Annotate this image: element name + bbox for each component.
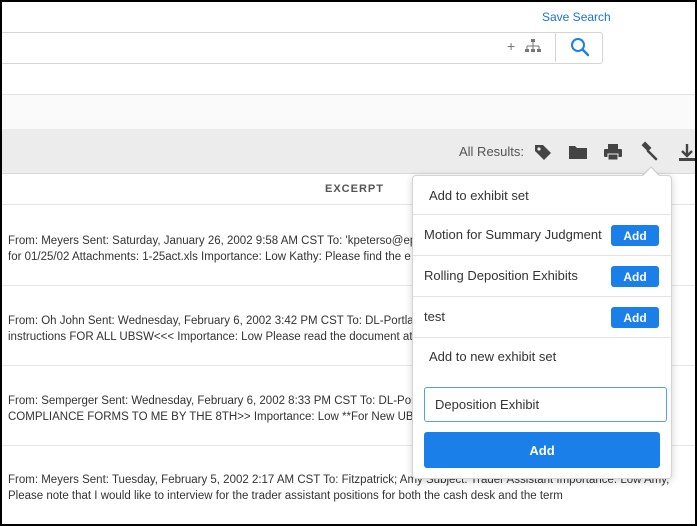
add-to-set-button[interactable]: Add: [611, 266, 659, 287]
exhibit-set-item: Motion for Summary Judgment Add: [413, 215, 671, 256]
exhibit-set-label: test: [424, 309, 445, 324]
excerpt-line: From: Semperger Sent: Wednesday, Februar…: [8, 395, 428, 407]
add-new-set-button[interactable]: Add: [424, 432, 660, 468]
app-frame: Save Search + All Results: EXCERPT From:…: [0, 0, 697, 526]
excerpt-column-header[interactable]: EXCERPT: [325, 183, 384, 195]
exhibit-set-dropdown: Add to exhibit set Motion for Summary Ju…: [412, 175, 672, 479]
excerpt-line: From: Oh John Sent: Wednesday, February …: [8, 315, 427, 327]
exhibit-set-item: test Add: [413, 297, 671, 338]
add-to-exhibit-set-title: Add to exhibit set: [429, 188, 529, 203]
tags-icon[interactable]: [532, 141, 554, 163]
add-to-set-button[interactable]: Add: [611, 225, 659, 246]
all-results-label: All Results:: [459, 144, 525, 159]
excerpt-line: for 01/25/02 Attachments: 1-25act.xls Im…: [8, 251, 411, 263]
exhibit-set-label: Motion for Summary Judgment: [424, 227, 602, 242]
results-toolbar: [2, 129, 695, 174]
hierarchy-icon[interactable]: [525, 39, 542, 53]
new-exhibit-set-label: Add to new exhibit set: [429, 349, 557, 364]
search-button[interactable]: [555, 32, 604, 62]
folder-icon[interactable]: [567, 141, 589, 163]
dropdown-header: Add to exhibit set: [413, 176, 671, 215]
excerpt-line: instructions FOR ALL UBSW<<< Importance:…: [8, 331, 416, 343]
excerpt-line: COMPLIANCE FORMS TO ME BY THE 8TH>> Impo…: [8, 411, 431, 423]
dropdown-caret-fill: [643, 168, 659, 176]
add-term-icon[interactable]: +: [507, 38, 515, 54]
gavel-icon[interactable]: [638, 141, 660, 163]
print-icon[interactable]: [602, 141, 624, 163]
filter-band: [2, 94, 695, 130]
add-to-set-button[interactable]: Add: [611, 307, 659, 328]
exhibit-set-item: Rolling Deposition Exhibits Add: [413, 256, 671, 297]
excerpt-line: Please note that I would like to intervi…: [8, 490, 563, 502]
new-exhibit-set-input[interactable]: [424, 387, 667, 422]
search-icon: [571, 38, 590, 57]
download-icon[interactable]: [676, 141, 697, 163]
search-tools: +: [507, 38, 542, 54]
save-search-link[interactable]: Save Search: [542, 10, 611, 24]
exhibit-set-label: Rolling Deposition Exhibits: [424, 268, 578, 283]
excerpt-line: From: Meyers Sent: Saturday, January 26,…: [8, 235, 426, 247]
